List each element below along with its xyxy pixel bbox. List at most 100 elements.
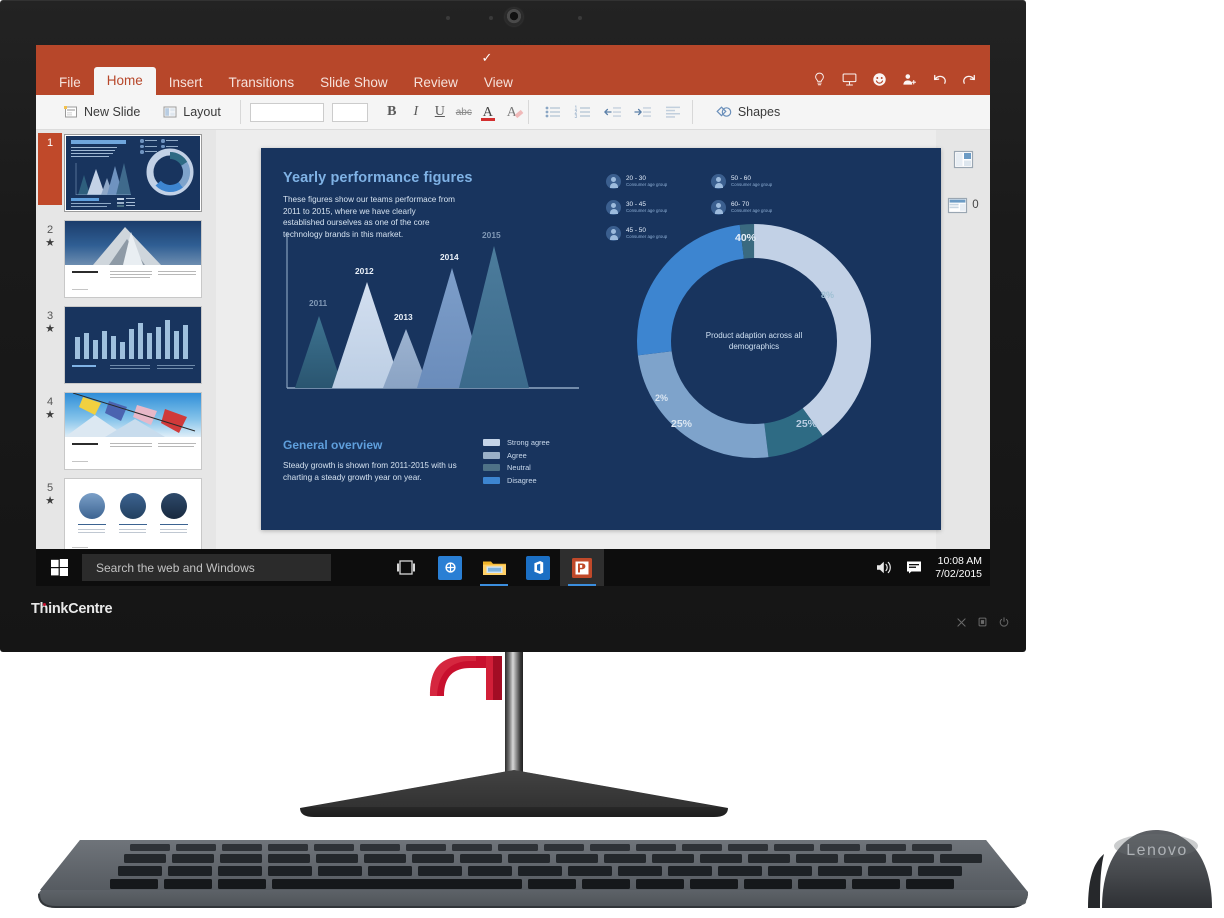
- legend-item-agree: Agree: [483, 451, 550, 460]
- ribbon-header: ✓ File Home Insert Transitions Slide Sho…: [36, 45, 990, 95]
- redo-icon[interactable]: [961, 71, 978, 88]
- thumbnail-slide-5[interactable]: 5 ★: [36, 474, 216, 560]
- webcam-bar: [0, 0, 1026, 40]
- age-group-item-4: 50 - 60 Consumer age group: [711, 174, 772, 189]
- volume-icon[interactable]: [876, 560, 893, 575]
- smiley-feedback-icon[interactable]: [871, 71, 888, 88]
- thumbnail-preview[interactable]: [64, 392, 202, 470]
- tab-file[interactable]: File: [46, 70, 94, 95]
- sensor-dot-mid: [489, 16, 493, 20]
- thumbnail-preview[interactable]: [64, 478, 202, 556]
- layout-button[interactable]: Layout: [155, 100, 228, 124]
- taskbar-clock[interactable]: 10:08 AM 7/02/2015: [935, 555, 982, 581]
- increase-indent-icon[interactable]: [634, 104, 652, 120]
- current-slide[interactable]: Yearly performance figures These figures…: [261, 148, 941, 530]
- tab-slide-show[interactable]: Slide Show: [307, 70, 401, 95]
- sensor-dot-right: [578, 16, 582, 20]
- notes-pane-toggle[interactable]: [936, 142, 990, 176]
- clock-date: 7/02/2015: [935, 567, 982, 580]
- office-button[interactable]: [516, 549, 560, 586]
- comments-pane-toggle[interactable]: 0: [936, 188, 990, 222]
- clock-time: 10:08 AM: [937, 554, 982, 567]
- age-range-label: 60- 70: [731, 200, 750, 208]
- comments-panel-icon: [948, 197, 968, 213]
- thumbnail-number: 5: [46, 482, 54, 494]
- powerpoint-button[interactable]: [560, 549, 604, 586]
- slide-title: Yearly performance figures: [283, 170, 473, 186]
- start-button[interactable]: [36, 549, 82, 586]
- align-left-icon[interactable]: [664, 104, 682, 120]
- keyboard[interactable]: [38, 832, 1028, 918]
- tell-me-lightbulb-icon[interactable]: [811, 71, 828, 88]
- clear-formatting-button[interactable]: A: [500, 103, 524, 121]
- tab-home[interactable]: Home: [93, 67, 156, 95]
- age-range-label: 50 - 60: [731, 174, 751, 182]
- mouse[interactable]: Lenovo: [1078, 822, 1224, 918]
- age-group-item-1: 20 - 30 Consumer age group: [606, 174, 667, 189]
- legend-swatch: [483, 464, 500, 471]
- present-online-icon[interactable]: [841, 71, 858, 88]
- font-size-input[interactable]: [331, 102, 368, 122]
- file-explorer-icon: [482, 561, 506, 575]
- font-color-button[interactable]: A: [476, 103, 500, 121]
- bottom-bezel: ThinkCentre: [0, 586, 1026, 652]
- screen: ✓ File Home Insert Transitions Slide Sho…: [36, 45, 990, 586]
- thumbnail-preview[interactable]: [64, 306, 202, 384]
- donut-label-25b: 25%: [671, 418, 693, 430]
- tab-transitions[interactable]: Transitions: [216, 70, 308, 95]
- tab-insert[interactable]: Insert: [156, 70, 216, 95]
- windows-taskbar: Search the web and Windows 10:08 AM 7/02…: [36, 549, 990, 586]
- legend-swatch: [483, 439, 500, 446]
- underline-button[interactable]: U: [428, 104, 452, 120]
- thumbnail-preview[interactable]: [64, 220, 202, 298]
- comments-count: 0: [972, 199, 979, 211]
- legend-item-strong-agree: Strong agree: [483, 438, 550, 447]
- tab-review[interactable]: Review: [401, 70, 471, 95]
- thumbnail-slide-1[interactable]: 1: [36, 130, 216, 216]
- thumbnail-slide-4[interactable]: 4 ★: [36, 388, 216, 474]
- strikethrough-button[interactable]: abc: [452, 107, 476, 118]
- decrease-indent-icon[interactable]: [604, 104, 622, 120]
- thumbnail-slide-3[interactable]: 3 ★: [36, 302, 216, 388]
- donut-label-2: 2%: [655, 393, 669, 403]
- slides-thumbnail-pane[interactable]: 1 2 ★ 3 ★ 4 ★ 5 ★: [36, 130, 216, 586]
- donut-center-label: Product adaption across all demographics: [705, 331, 803, 351]
- task-view-button[interactable]: [384, 549, 428, 586]
- thumbnail-number: 4: [46, 396, 54, 408]
- edge-browser-button[interactable]: [428, 549, 472, 586]
- person-avatar-icon: [606, 200, 621, 215]
- taskbar-icons: [384, 549, 604, 586]
- slide-editing-area[interactable]: Yearly performance figures These figures…: [216, 130, 941, 586]
- font-color-swatch: [480, 118, 495, 121]
- system-tray: 10:08 AM 7/02/2015: [876, 549, 982, 586]
- autosave-check-icon: ✓: [481, 50, 493, 65]
- thumbnail-preview[interactable]: [64, 134, 202, 212]
- thumbnail-slide-2[interactable]: 2 ★: [36, 216, 216, 302]
- bullet-list-icon[interactable]: [544, 104, 562, 120]
- shapes-button[interactable]: Shapes: [708, 100, 787, 124]
- file-explorer-button[interactable]: [472, 549, 516, 586]
- search-input[interactable]: Search the web and Windows: [82, 554, 331, 581]
- undo-icon[interactable]: [931, 71, 948, 88]
- new-slide-button[interactable]: New Slide: [56, 100, 147, 124]
- age-caption: Consumer age group: [731, 182, 773, 188]
- brightness-icon[interactable]: [957, 617, 966, 627]
- webcam-icon: [505, 8, 523, 26]
- person-avatar-icon: [711, 174, 726, 189]
- italic-button[interactable]: I: [404, 104, 428, 120]
- power-icon[interactable]: [999, 617, 1009, 627]
- layout-label: Layout: [183, 105, 221, 119]
- menu-icon[interactable]: [978, 617, 987, 627]
- numbered-list-icon[interactable]: 1 2 3: [574, 104, 592, 120]
- share-person-icon[interactable]: [901, 71, 918, 88]
- ribbon-tabs: File Home Insert Transitions Slide Show …: [36, 65, 526, 95]
- tab-view[interactable]: View: [471, 70, 526, 95]
- year-label-2012: 2012: [355, 266, 374, 276]
- action-center-icon[interactable]: [906, 560, 922, 575]
- legend-item-neutral: Neutral: [483, 463, 550, 472]
- bold-button[interactable]: B: [380, 104, 404, 120]
- shapes-label: Shapes: [737, 105, 781, 119]
- svg-text:3: 3: [574, 114, 577, 120]
- thumbnail-number-group: 3 ★: [36, 306, 64, 336]
- font-name-input[interactable]: [249, 102, 324, 122]
